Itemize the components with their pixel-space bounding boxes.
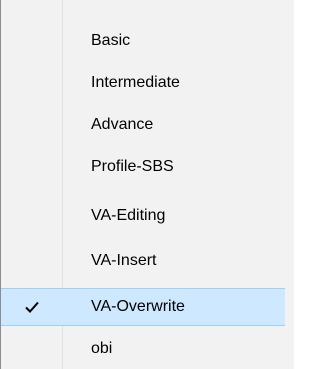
- context-menu: Basic Intermediate Advance Profile-SBS V…: [0, 0, 294, 369]
- menu-item-va-insert[interactable]: VA-Insert: [1, 242, 294, 280]
- menu-item-label: Advance: [91, 116, 154, 133]
- menu-item-intermediate[interactable]: Intermediate: [1, 64, 294, 102]
- menu-item-advance[interactable]: Advance: [1, 106, 294, 144]
- menu-item-label: Basic: [91, 32, 131, 49]
- menu-item-label: VA-Overwrite: [91, 298, 185, 315]
- menu-item-label: VA-Insert: [91, 252, 157, 269]
- menu-item-label: obi: [91, 340, 113, 357]
- menu-item-basic[interactable]: Basic: [1, 22, 294, 60]
- menu-item-label: Intermediate: [91, 74, 180, 91]
- menu-item-obi[interactable]: obi: [1, 330, 294, 368]
- menu-item-profile-sbs[interactable]: Profile-SBS: [1, 148, 294, 186]
- menu-item-va-overwrite[interactable]: VA-Overwrite: [1, 288, 285, 326]
- menu-item-va-editing[interactable]: VA-Editing: [1, 197, 294, 235]
- menu-item-label: VA-Editing: [91, 207, 166, 224]
- menu-item-label: Profile-SBS: [91, 158, 174, 175]
- checkmark-icon: [23, 298, 41, 316]
